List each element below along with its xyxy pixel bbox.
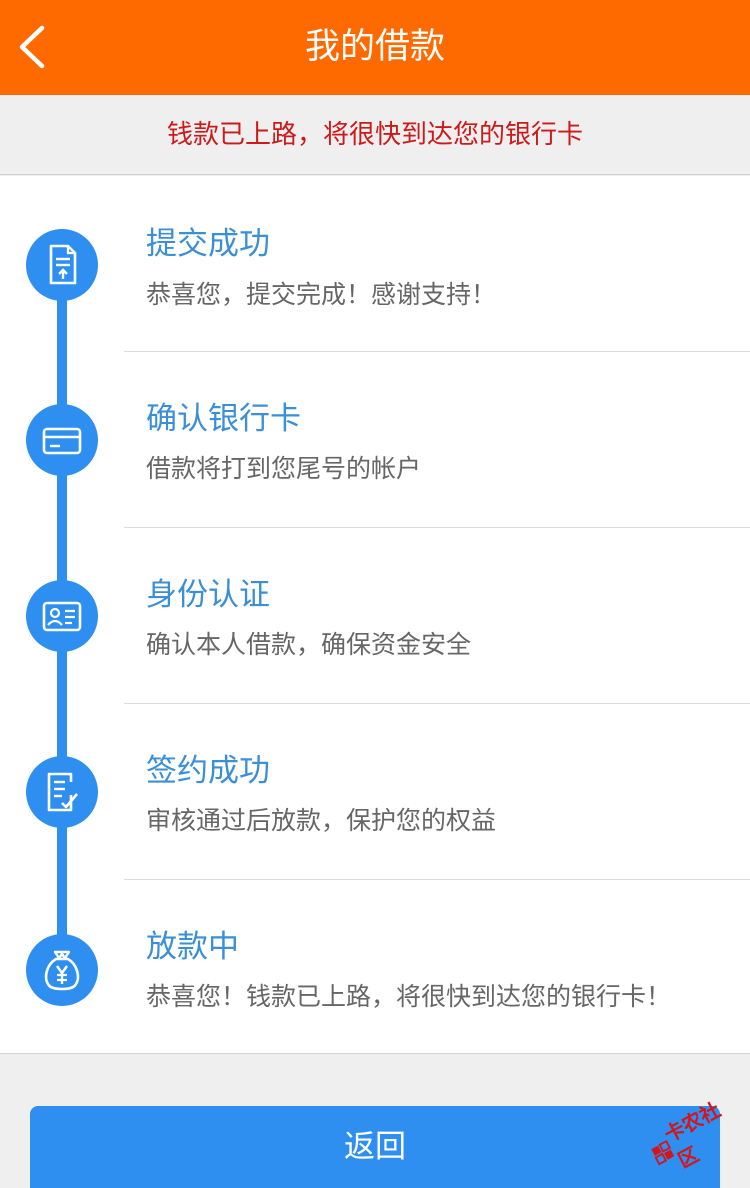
step-desc: 审核通过后放款，保护您的权益	[146, 806, 497, 835]
document-upload-icon	[26, 229, 98, 301]
step-submitted: 提交成功 恭喜您，提交完成！感谢支持！	[0, 176, 750, 352]
step-desc: 恭喜您！钱款已上路，将很快到达您的银行卡！	[146, 982, 672, 1011]
step-title: 身份认证	[146, 577, 270, 613]
id-card-icon	[26, 580, 98, 652]
step-disbursing: 放款中 恭喜您！钱款已上路，将很快到达您的银行卡！	[0, 880, 750, 1056]
step-title: 放款中	[146, 929, 239, 965]
money-bag-icon	[26, 934, 98, 1006]
step-title: 提交成功	[146, 226, 270, 262]
app-header: 我的借款	[0, 0, 750, 95]
watermark-text: 卡农社区	[660, 1097, 725, 1173]
page-title: 我的借款	[304, 27, 445, 67]
step-title: 确认银行卡	[146, 401, 301, 437]
progress-steps: 提交成功 恭喜您，提交完成！感谢支持！ 确认银行卡 借款将打到您尾号的帐户 身份…	[0, 176, 750, 1054]
return-button[interactable]: 返回	[30, 1106, 720, 1188]
bank-card-icon	[26, 404, 98, 476]
step-title: 签约成功	[146, 753, 270, 789]
step-desc: 恭喜您，提交完成！感谢支持！	[146, 280, 497, 309]
step-desc: 借款将打到您尾号的帐户	[146, 454, 422, 483]
step-desc: 确认本人借款，确保资金安全	[146, 630, 472, 659]
step-contract: 签约成功 审核通过后放款，保护您的权益	[0, 704, 750, 880]
contract-sign-icon	[26, 756, 98, 828]
step-bank-card: 确认银行卡 借款将打到您尾号的帐户	[0, 352, 750, 528]
status-notice: 钱款已上路，将很快到达您的银行卡	[0, 95, 750, 175]
step-identity: 身份认证 确认本人借款，确保资金安全	[0, 528, 750, 704]
